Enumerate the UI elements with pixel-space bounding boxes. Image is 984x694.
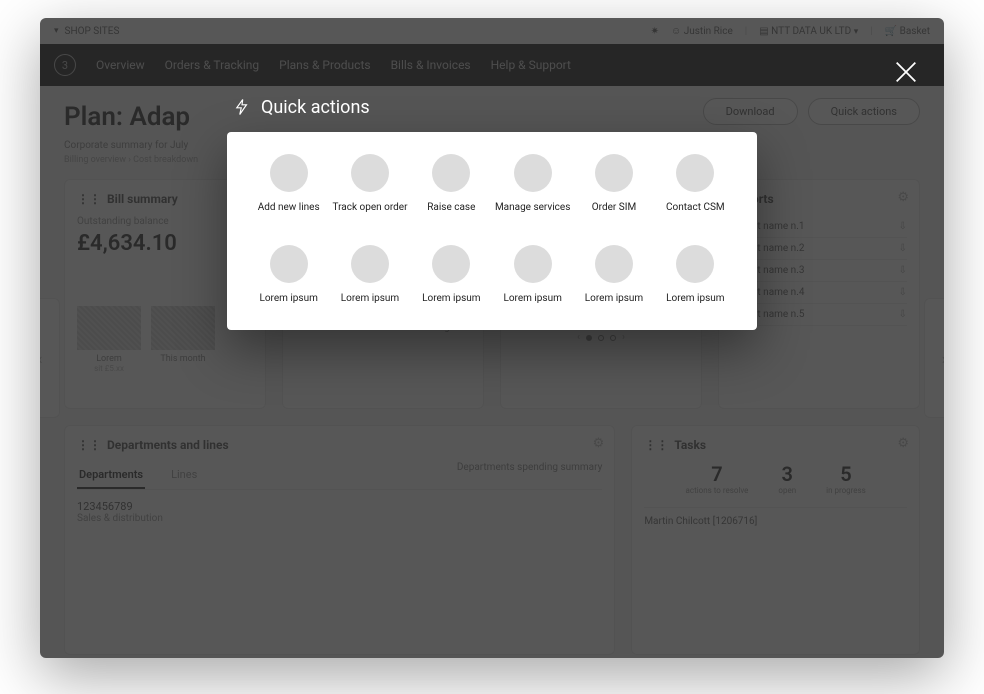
qa-track-open-order[interactable]: Track open order <box>330 154 409 213</box>
qa-placeholder-2[interactable]: Lorem ipsum <box>330 245 409 304</box>
modal-title: Quick actions <box>261 97 370 118</box>
qa-order-sim[interactable]: Order SIM <box>574 154 653 213</box>
qa-manage-services[interactable]: Manage services <box>493 154 572 213</box>
qa-placeholder-5[interactable]: Lorem ipsum <box>574 245 653 304</box>
qa-placeholder-1[interactable]: Lorem ipsum <box>249 245 328 304</box>
lightning-icon <box>233 96 251 118</box>
qa-placeholder-6[interactable]: Lorem ipsum <box>656 245 735 304</box>
qa-add-new-lines[interactable]: Add new lines <box>249 154 328 213</box>
quick-actions-modal: Quick actions Add new lines Track open o… <box>227 96 757 330</box>
qa-placeholder-3[interactable]: Lorem ipsum <box>412 245 491 304</box>
qa-raise-case[interactable]: Raise case <box>412 154 491 213</box>
app-window: ▾ SHOP SITES ✷ ☺ Justin Rice | ▤ NTT DAT… <box>40 18 944 658</box>
qa-placeholder-4[interactable]: Lorem ipsum <box>493 245 572 304</box>
close-button[interactable] <box>892 58 920 90</box>
qa-contact-csm[interactable]: Contact CSM <box>656 154 735 213</box>
